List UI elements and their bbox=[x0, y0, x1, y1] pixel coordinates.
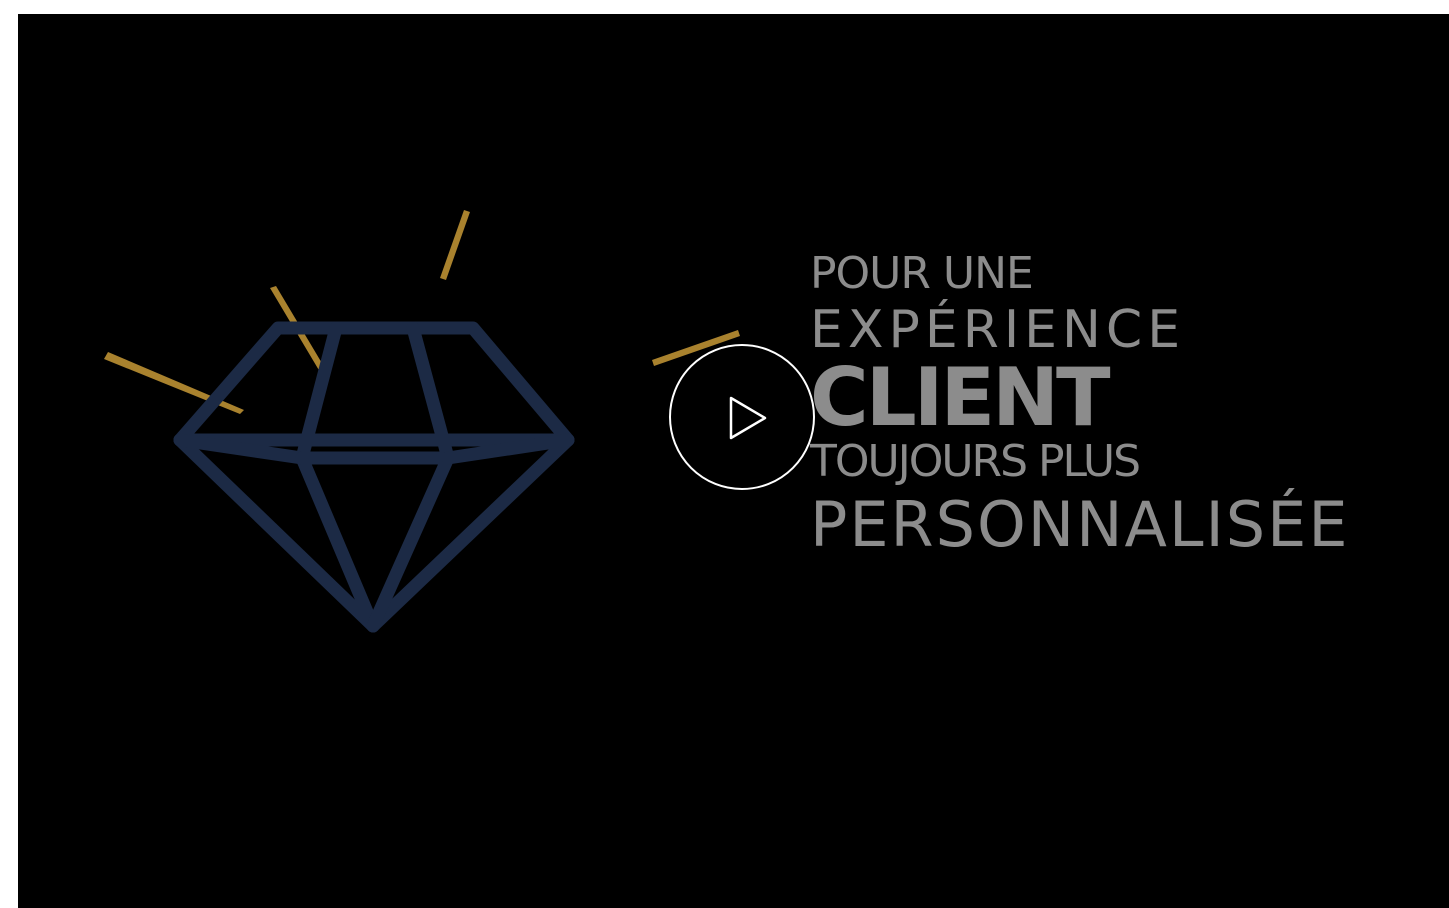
video-player[interactable]: POUR UNE EXPÉRIENCE CLIENT TOUJOURS PLUS… bbox=[18, 14, 1449, 908]
tagline: POUR UNE EXPÉRIENCE CLIENT TOUJOURS PLUS… bbox=[810, 252, 1350, 556]
tagline-line-2: EXPÉRIENCE bbox=[810, 300, 1186, 360]
tagline-line-1: POUR UNE bbox=[810, 248, 1034, 299]
tagline-line-5: PERSONNALISÉE bbox=[810, 488, 1350, 561]
tagline-line-3: CLIENT bbox=[810, 351, 1111, 444]
sparkle-top bbox=[440, 210, 470, 280]
diamond-outline bbox=[173, 321, 575, 633]
play-button[interactable] bbox=[669, 344, 815, 490]
tagline-line-4: TOUJOURS PLUS bbox=[810, 436, 1141, 487]
play-icon bbox=[729, 396, 767, 440]
